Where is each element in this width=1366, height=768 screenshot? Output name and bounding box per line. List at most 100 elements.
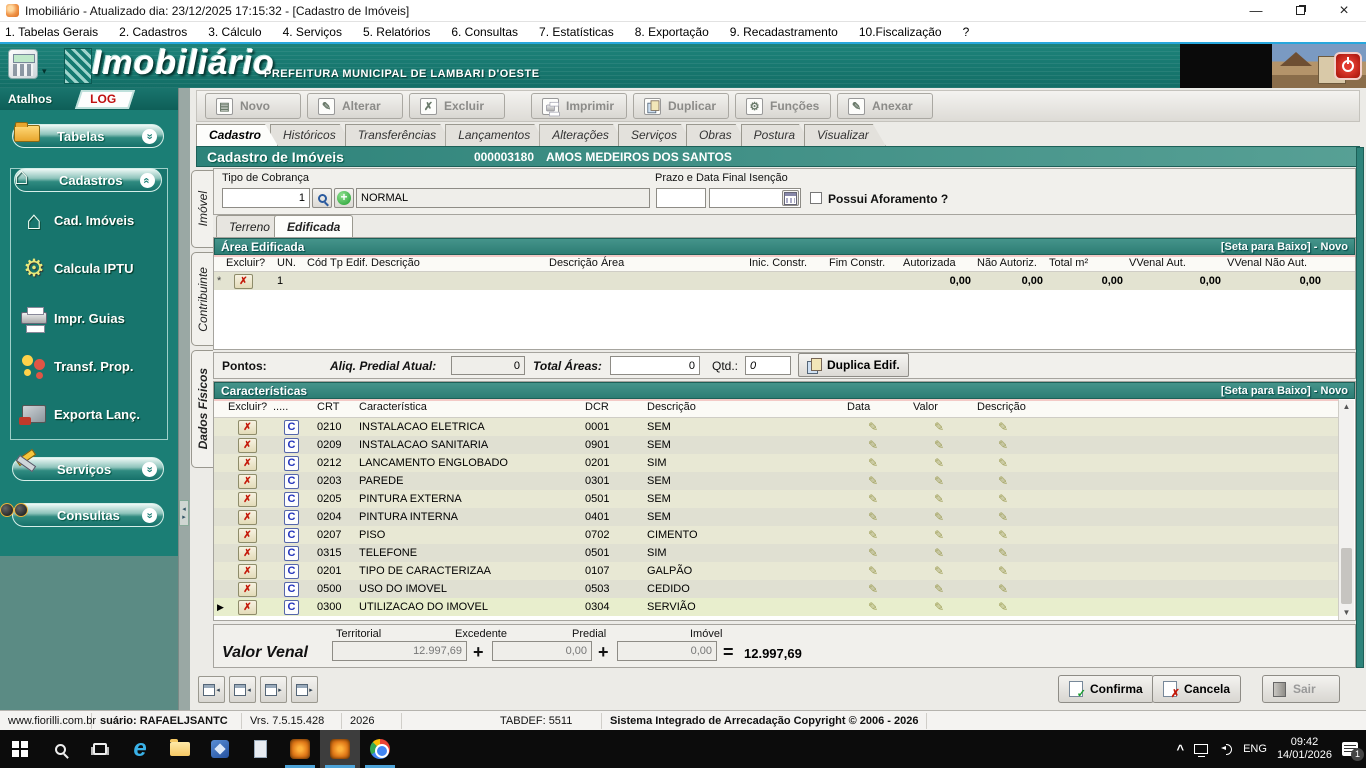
document-app-button[interactable] [240,730,280,768]
menu-relatorios[interactable]: 5. Relatórios [363,25,430,39]
sidebar-item-cad-imoveis[interactable]: ⌂ Cad. Imóveis [14,200,164,240]
prazo-input[interactable] [656,188,706,208]
tab-alteracoes[interactable]: Alterações [539,124,626,146]
descricao-attachment-icon[interactable]: ✎ [998,562,1008,580]
descricao-attachment-icon[interactable]: ✎ [998,580,1008,598]
descricao-attachment-icon[interactable]: ✎ [998,436,1008,454]
chevron-down-icon[interactable]: » [142,462,157,477]
chevron-down-icon[interactable]: » [142,129,157,144]
valor-attachment-icon[interactable]: ✎ [934,454,944,472]
minimize-button[interactable]: — [1234,0,1278,22]
table-row[interactable]: ✗ C 0207 PISO 0702 CIMENTO ✎ ✎ ✎ [214,526,1339,544]
table-row-selected[interactable]: ▶ ✗ C 0300 UTILIZACAO DO IMOVEL 0304 SER… [214,598,1339,616]
lookup-button[interactable]: C [284,528,299,543]
qtd-input[interactable] [745,356,791,375]
data-attachment-icon[interactable]: ✎ [868,562,878,580]
tray-chevron-icon[interactable]: ^ [1177,742,1185,757]
menu-servicos[interactable]: 4. Serviços [283,25,342,39]
status-site[interactable]: www.fiorilli.com.br [0,713,92,729]
valor-attachment-icon[interactable]: ✎ [934,598,944,616]
valor-attachment-icon[interactable]: ✎ [934,526,944,544]
sidebar-item-transf-prop[interactable]: Transf. Prop. [14,346,164,386]
tipo-cobranca-input[interactable] [222,188,310,208]
close-button[interactable]: × [1322,0,1366,22]
delete-row-button[interactable]: ✗ [238,600,257,615]
data-attachment-icon[interactable]: ✎ [868,508,878,526]
table-row[interactable]: ✗ C 0212 LANCAMENTO ENGLOBADO 0201 SIM ✎… [214,454,1339,472]
clock[interactable]: 09:42 14/01/2026 [1277,736,1332,762]
network-icon[interactable] [1194,744,1208,754]
tab-cadastro[interactable]: Cadastro [196,124,278,146]
vertical-scrollbar[interactable]: ▲ ▼ [1338,400,1354,620]
valor-attachment-icon[interactable]: ✎ [934,508,944,526]
menu-cadastros[interactable]: 2. Cadastros [119,25,187,39]
menu-tabelas-gerais[interactable]: 1. Tabelas Gerais [5,25,98,39]
table-row[interactable]: ✗ C 0203 PAREDE 0301 SEM ✎ ✎ ✎ [214,472,1339,490]
valor-attachment-icon[interactable]: ✎ [934,436,944,454]
scrollbar-thumb[interactable] [1341,548,1352,604]
lookup-button[interactable]: C [284,546,299,561]
vtab-imovel[interactable]: Imóvel [191,170,213,248]
lookup-button[interactable]: C [284,600,299,615]
table-row[interactable]: ✗ C 0209 INSTALACAO SANITARIA 0901 SEM ✎… [214,436,1339,454]
notification-icon[interactable]: 1 [1342,742,1358,756]
log-badge[interactable]: LOG [75,90,135,109]
vtab-dados-fisicos[interactable]: Dados Físicos [191,350,213,468]
valor-attachment-icon[interactable]: ✎ [934,580,944,598]
calculator-icon[interactable] [8,49,38,79]
descricao-attachment-icon[interactable]: ✎ [998,490,1008,508]
menu-recadastramento[interactable]: 9. Recadastramento [730,25,838,39]
table-row[interactable]: ✗ C 0201 TIPO DE CARACTERIZAA 0107 GALPÃ… [214,562,1339,580]
tab-historicos[interactable]: Históricos [270,124,353,146]
fiorilli-app-button[interactable] [280,730,320,768]
chrome-button[interactable] [360,730,400,768]
data-attachment-icon[interactable]: ✎ [868,544,878,562]
speaker-icon[interactable] [1218,743,1233,755]
nav-last-button[interactable]: ▸ [291,676,318,703]
delete-row-button[interactable]: ✗ [238,456,257,471]
exit-power-button[interactable] [1334,52,1362,80]
blue-app-button[interactable] [200,730,240,768]
nav-next-button[interactable]: ▸ [260,676,287,703]
lookup-button[interactable]: C [284,510,299,525]
cancela-button[interactable]: ✗ Cancela [1152,675,1241,703]
valor-attachment-icon[interactable]: ✎ [934,490,944,508]
scroll-up-icon[interactable]: ▲ [1343,400,1351,414]
aforamento-checkbox[interactable] [810,192,822,204]
add-button[interactable]: + [334,188,354,208]
sair-button[interactable]: Sair [1262,675,1340,703]
descricao-attachment-icon[interactable]: ✎ [998,598,1008,616]
search-button[interactable] [312,188,332,208]
data-attachment-icon[interactable]: ✎ [868,436,878,454]
start-button[interactable] [0,730,40,768]
funcoes-button[interactable]: ⚙Funções [735,93,831,119]
table-row[interactable]: ✗ C 0204 PINTURA INTERNA 0401 SEM ✎ ✎ ✎ [214,508,1339,526]
imprimir-button[interactable]: Imprimir [531,93,627,119]
calendar-button[interactable] [782,190,799,206]
table-row[interactable]: ✗ C 0315 TELEFONE 0501 SIM ✎ ✎ ✎ [214,544,1339,562]
chevron-down-icon[interactable]: » [142,508,157,523]
menu-help[interactable]: ? [963,25,970,39]
imobiliario-app-button[interactable] [320,730,360,768]
data-attachment-icon[interactable]: ✎ [868,490,878,508]
tab-servicos[interactable]: Serviços [618,124,694,146]
dropdown-icon[interactable]: ▾ [42,66,47,77]
sidebar-item-impr-guias[interactable]: Impr. Guias [14,298,164,338]
duplica-edif-button[interactable]: Duplica Edif. [798,353,909,377]
delete-row-button[interactable]: ✗ [234,274,253,289]
delete-row-button[interactable]: ✗ [238,474,257,489]
valor-attachment-icon[interactable]: ✎ [934,562,944,580]
language-indicator[interactable]: ENG [1243,743,1267,755]
chevron-up-icon[interactable]: » [140,173,155,188]
excluir-button[interactable]: ✗Excluir [409,93,505,119]
delete-row-button[interactable]: ✗ [238,492,257,507]
maximize-button[interactable] [1278,0,1322,22]
sidebar-item-exporta-lanc[interactable]: Exporta Lanç. [14,394,164,434]
table-row[interactable]: ✗ C 0205 PINTURA EXTERNA 0501 SEM ✎ ✎ ✎ [214,490,1339,508]
lookup-button[interactable]: C [284,564,299,579]
delete-row-button[interactable]: ✗ [238,564,257,579]
data-attachment-icon[interactable]: ✎ [868,580,878,598]
descricao-attachment-icon[interactable]: ✎ [998,544,1008,562]
subtab-edificada[interactable]: Edificada [274,215,353,237]
novo-button[interactable]: ▤Novo [205,93,301,119]
